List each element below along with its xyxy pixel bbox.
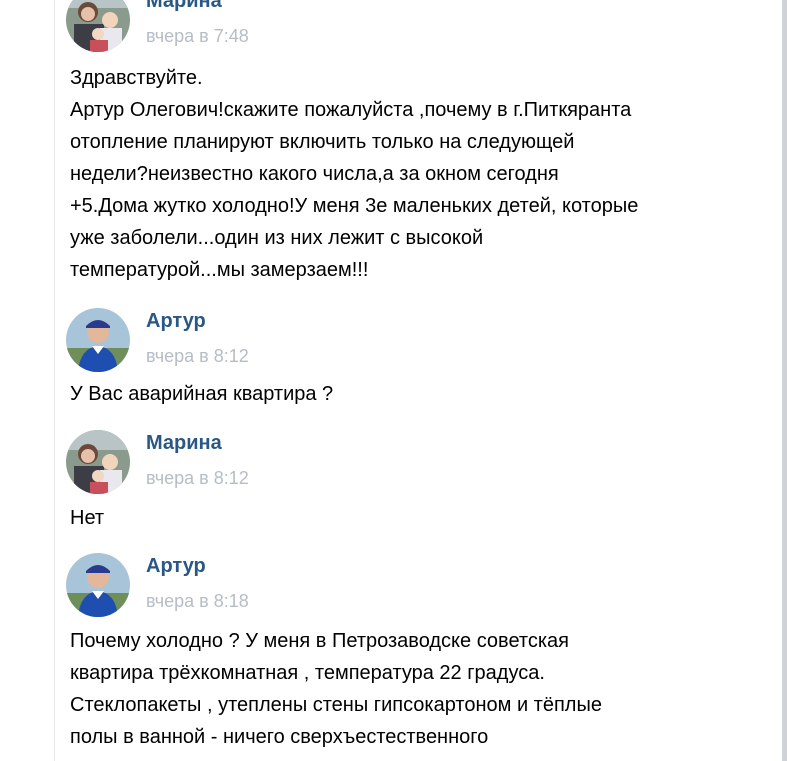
message-timestamp[interactable]: вчера в 8:12 [146,468,249,489]
avatar-photo-man-icon [66,553,130,617]
avatar-artur[interactable] [66,553,130,617]
avatar-artur[interactable] [66,308,130,372]
message-timestamp[interactable]: вчера в 8:18 [146,591,249,612]
avatar-marina[interactable] [66,0,130,52]
message-text: Нет [70,507,105,529]
author-name[interactable]: Марина [146,432,222,455]
message-text: Почему холодно ? У меня в Петрозаводске … [70,630,602,748]
chat-conversation: Марина вчера в 7:48 Здравствуйте. Артур … [0,0,787,761]
message-text: У Вас аварийная квартира ? [70,383,334,405]
avatar-marina[interactable] [66,430,130,494]
author-name[interactable]: Марина [146,0,222,13]
avatar-photo-woman-icon [66,430,130,494]
message-timestamp[interactable]: вчера в 8:12 [146,346,249,367]
scroll-area-edge [782,0,787,761]
divider [54,0,55,761]
avatar-photo-man-icon [66,308,130,372]
author-name[interactable]: Артур [146,555,206,578]
message-text: Здравствуйте. Артур Олегович!скажите пож… [70,67,639,281]
message-timestamp[interactable]: вчера в 7:48 [146,26,249,47]
author-name[interactable]: Артур [146,310,206,333]
avatar-photo-woman-icon [66,0,130,52]
